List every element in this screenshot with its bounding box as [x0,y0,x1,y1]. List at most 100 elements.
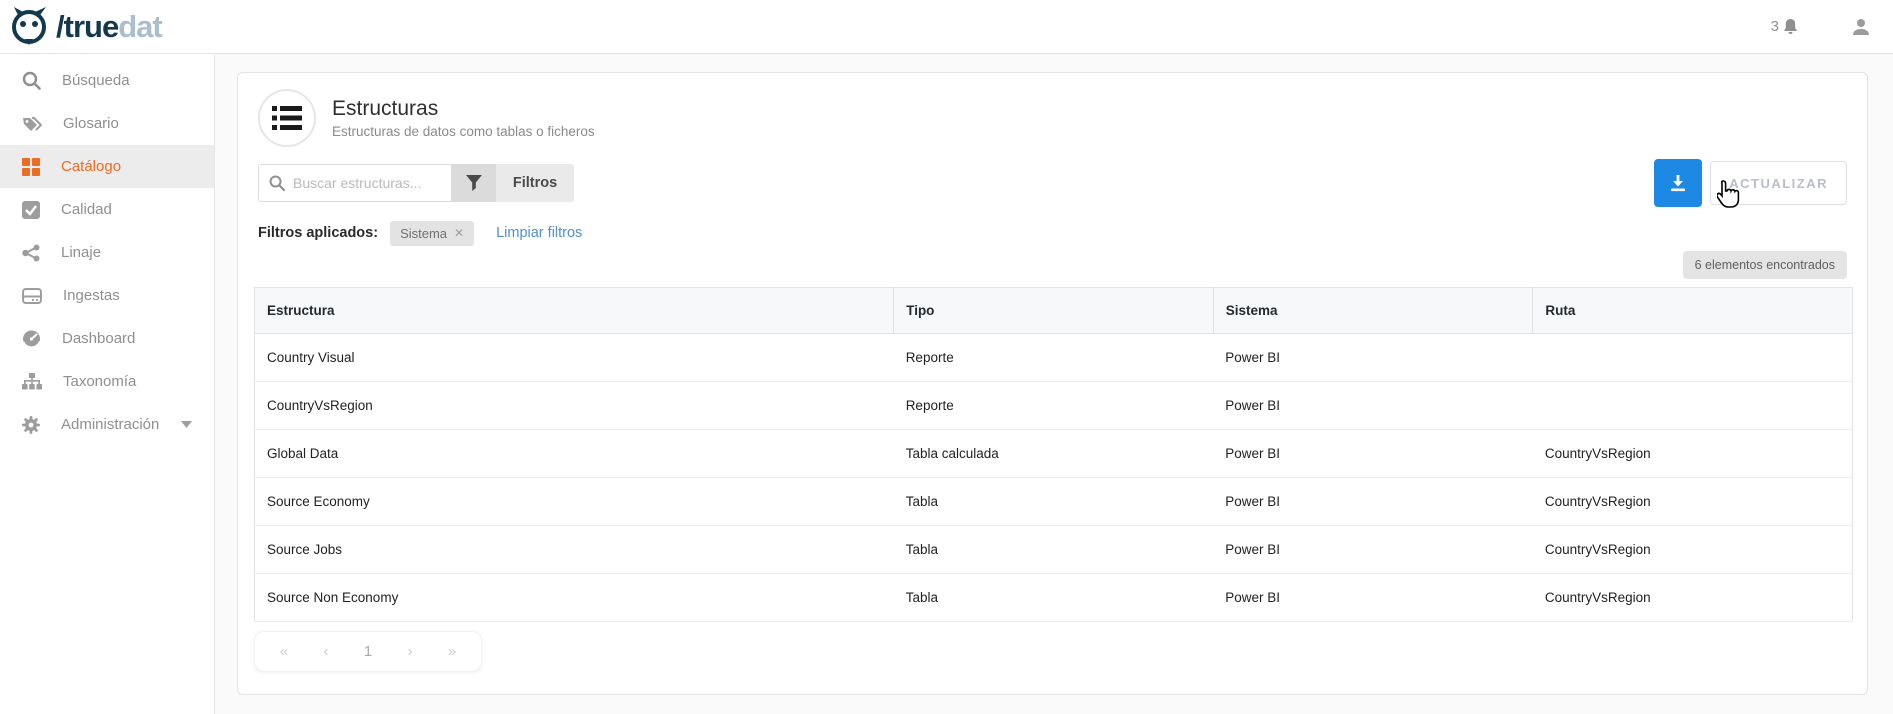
sidebar-item-calidad[interactable]: Calidad [0,188,214,231]
table-cell-ruta: CountryVsRegion [1533,526,1853,574]
sidebar-item-ingestas[interactable]: Ingestas [0,274,214,317]
user-menu-button[interactable] [1851,17,1871,37]
column-header-tipo[interactable]: Tipo [894,288,1214,334]
pagination-last-button[interactable]: » [431,643,473,660]
table-row[interactable]: Source JobsTablaPower BICountryVsRegion [255,526,1853,574]
sidebar-item-busqueda[interactable]: Búsqueda [0,59,214,102]
page-title: Estructuras [332,97,595,121]
column-header-sistema[interactable]: Sistema [1213,288,1533,334]
top-bar: /truedat 3 [0,0,1893,54]
sidebar-item-taxonomia[interactable]: Taxonomía [0,360,214,403]
brand-secondary: dat [118,9,162,44]
main-area: Estructuras Estructuras de datos como ta… [215,54,1893,714]
table-cell-sistema: Power BI [1213,334,1533,382]
pagination-first-button[interactable]: « [263,643,305,660]
column-header-estructura[interactable]: Estructura [255,288,894,334]
search-icon [269,175,285,191]
pagination-next-button[interactable]: › [389,643,431,660]
brand-wordmark: /truedat [56,11,162,42]
sidebar-item-label: Linaje [61,244,101,261]
search-icon [22,71,41,90]
pagination-prev-button[interactable]: ‹ [305,643,347,660]
actions-group: ACTUALIZAR [1654,159,1847,207]
sidebar-item-label: Búsqueda [62,72,130,89]
column-header-ruta[interactable]: Ruta [1533,288,1853,334]
sidebar-item-glosario[interactable]: Glosario [0,102,214,145]
notifications-button[interactable]: 3 [1771,18,1799,36]
table-cell-ruta: CountryVsRegion [1533,430,1853,478]
brand-slash: / [56,9,64,44]
title-texts: Estructuras Estructuras de datos como ta… [332,97,595,139]
share-icon [22,244,40,262]
table-cell-estructura: CountryVsRegion [255,382,894,430]
page-subtitle: Estructuras de datos como tablas o fiche… [332,124,595,139]
table-body: Country VisualReportePower BICountryVsRe… [255,334,1853,622]
filter-funnel-icon[interactable] [452,164,496,202]
table-cell-tipo: Tabla [894,574,1214,622]
table-cell-ruta [1533,334,1853,382]
gauge-icon [22,330,41,348]
sidebar: Búsqueda Glosario Catálogo [0,54,215,714]
table-row[interactable]: CountryVsRegionReportePower BI [255,382,1853,430]
table-cell-ruta [1533,382,1853,430]
table-row[interactable]: Country VisualReportePower BI [255,334,1853,382]
clear-filters-link[interactable]: Limpiar filtros [496,225,582,241]
table-cell-estructura: Source Economy [255,478,894,526]
table-cell-estructura: Source Jobs [255,526,894,574]
owl-icon [10,5,52,49]
sidebar-item-catalogo[interactable]: Catálogo [0,145,214,188]
check-square-icon [22,201,40,219]
pagination: « ‹ 1 › » [254,631,482,672]
update-button[interactable]: ACTUALIZAR [1710,161,1847,205]
table-cell-estructura: Source Non Economy [255,574,894,622]
list-icon [258,89,316,147]
table-row[interactable]: Global DataTabla calculadaPower BICountr… [255,430,1853,478]
estructuras-card: Estructuras Estructuras de datos como ta… [237,72,1868,695]
filter-chip-label: Sistema [400,226,447,241]
search-input[interactable] [293,175,443,191]
tags-icon [22,115,42,133]
search-row: Filtros [258,163,1847,203]
topbar-right: 3 [1771,17,1871,37]
table-cell-estructura: Global Data [255,430,894,478]
grid-icon [22,158,40,176]
sidebar-item-linaje[interactable]: Linaje [0,231,214,274]
sidebar-item-label: Calidad [61,201,112,218]
table-cell-sistema: Power BI [1213,478,1533,526]
sidebar-item-label: Taxonomía [63,373,136,390]
table-row[interactable]: Source Non EconomyTablaPower BICountryVs… [255,574,1853,622]
table-cell-tipo: Reporte [894,382,1214,430]
search-box [258,164,452,202]
notification-count: 3 [1771,18,1779,35]
server-icon [22,288,42,304]
page-header: Estructuras Estructuras de datos como ta… [258,89,1847,147]
bell-icon [1782,18,1799,36]
table-cell-sistema: Power BI [1213,382,1533,430]
download-icon [1669,174,1687,192]
pagination-current-page[interactable]: 1 [347,643,389,660]
applied-filters-row: Filtros aplicados: Sistema ✕ Limpiar fil… [258,219,1847,247]
download-button[interactable] [1654,159,1702,207]
sitemap-icon [22,373,42,390]
sidebar-item-label: Dashboard [62,330,135,347]
sidebar-item-label: Administración [61,416,159,433]
sidebar-item-dashboard[interactable]: Dashboard [0,317,214,360]
brand-primary: true [64,9,119,44]
sidebar-item-label: Catálogo [61,158,121,175]
sidebar-item-administracion[interactable]: Administración [0,403,214,446]
filter-chip-sistema[interactable]: Sistema ✕ [390,221,474,246]
truedat-logo[interactable]: /truedat [10,5,162,49]
table-cell-sistema: Power BI [1213,430,1533,478]
table-cell-tipo: Tabla [894,526,1214,574]
filters-button[interactable]: Filtros [496,164,574,202]
table-cell-tipo: Reporte [894,334,1214,382]
table-cell-tipo: Tabla [894,478,1214,526]
gear-icon [22,416,40,434]
sidebar-item-label: Ingestas [63,287,120,304]
table-cell-ruta: CountryVsRegion [1533,478,1853,526]
table-row[interactable]: Source EconomyTablaPower BICountryVsRegi… [255,478,1853,526]
close-icon[interactable]: ✕ [454,226,464,240]
table-cell-tipo: Tabla calculada [894,430,1214,478]
table-cell-sistema: Power BI [1213,574,1533,622]
table-header: Estructura Tipo Sistema Ruta [255,288,1853,334]
